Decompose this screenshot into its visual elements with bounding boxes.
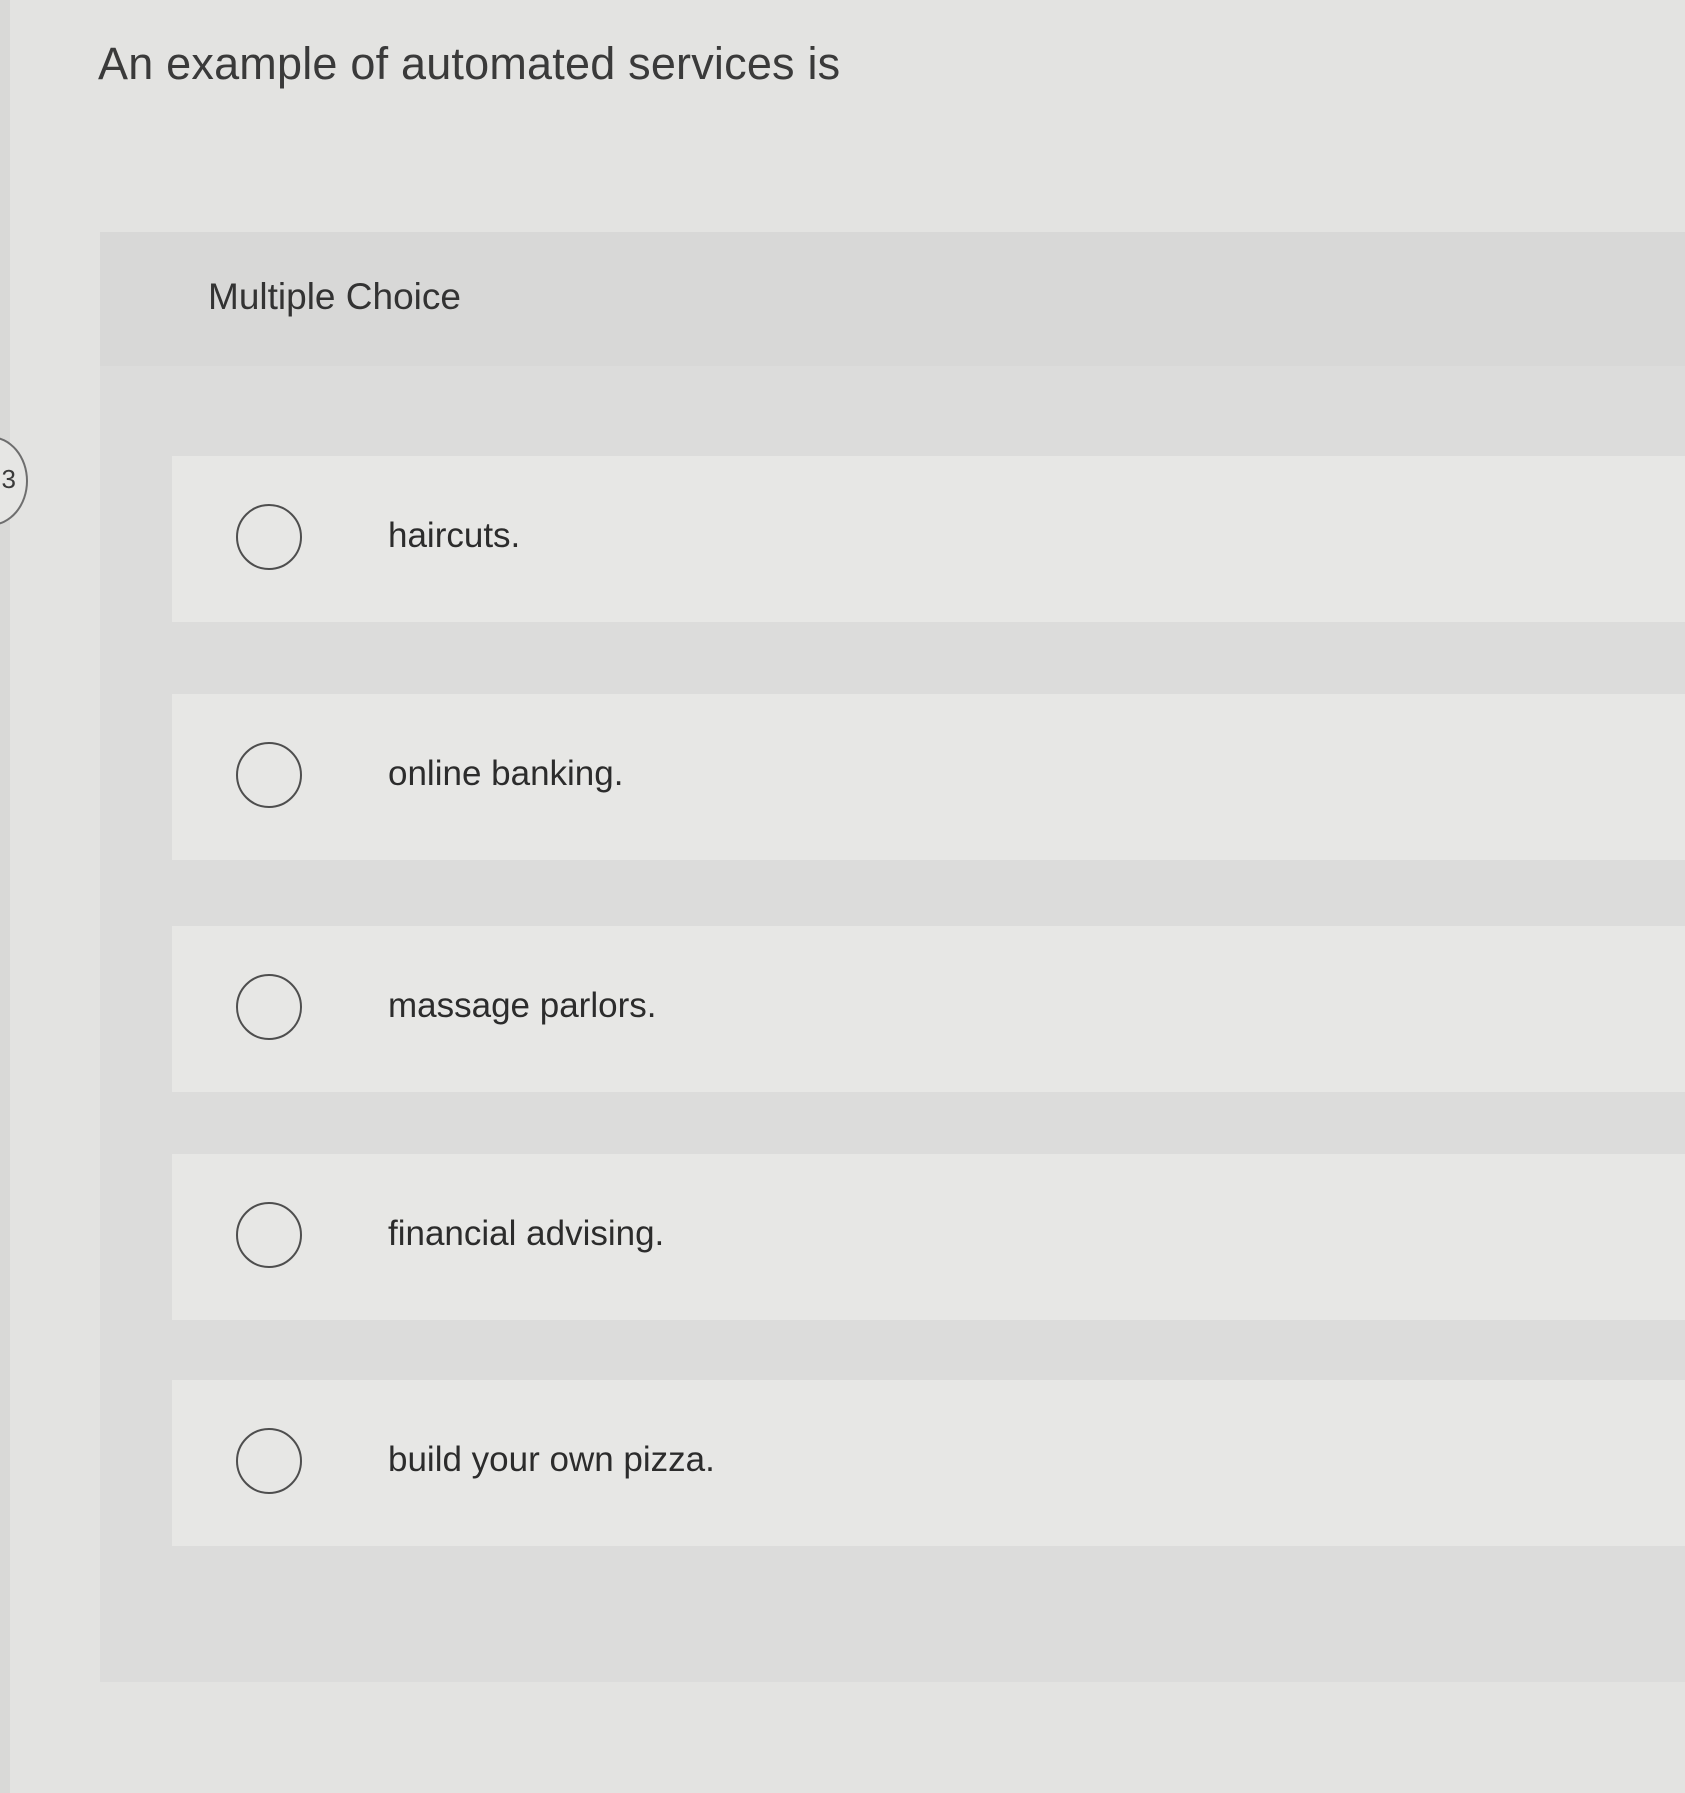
choice-row-build-your-own-pizza[interactable]: build your own pizza.: [172, 1380, 1685, 1546]
choice-row-haircuts[interactable]: haircuts.: [172, 456, 1685, 622]
radio-circle-icon[interactable]: [236, 1428, 302, 1494]
radio-circle-icon[interactable]: [236, 742, 302, 808]
radio-circle-icon[interactable]: [236, 974, 302, 1040]
choice-row-massage-parlors[interactable]: massage parlors.: [172, 926, 1685, 1092]
page-left-edge: [0, 0, 10, 1793]
choice-label: build your own pizza.: [388, 1440, 715, 1479]
radio-circle-icon[interactable]: [236, 504, 302, 570]
question-panel: Multiple Choice haircuts. online banking…: [100, 232, 1685, 1682]
question-prompt: An example of automated services is: [98, 38, 841, 89]
choice-label: massage parlors.: [388, 986, 657, 1025]
question-type-label: Multiple Choice: [208, 276, 461, 317]
choice-label: haircuts.: [388, 516, 521, 555]
choice-row-financial-advising[interactable]: financial advising.: [172, 1154, 1685, 1320]
choice-label: online banking.: [388, 754, 624, 793]
radio-circle-icon[interactable]: [236, 1202, 302, 1268]
choice-row-online-banking[interactable]: online banking.: [172, 694, 1685, 860]
panel-header: Multiple Choice: [100, 232, 1685, 366]
question-number: 3: [1, 464, 16, 494]
choice-label: financial advising.: [388, 1214, 665, 1253]
question-number-marker[interactable]: 3: [0, 436, 28, 526]
